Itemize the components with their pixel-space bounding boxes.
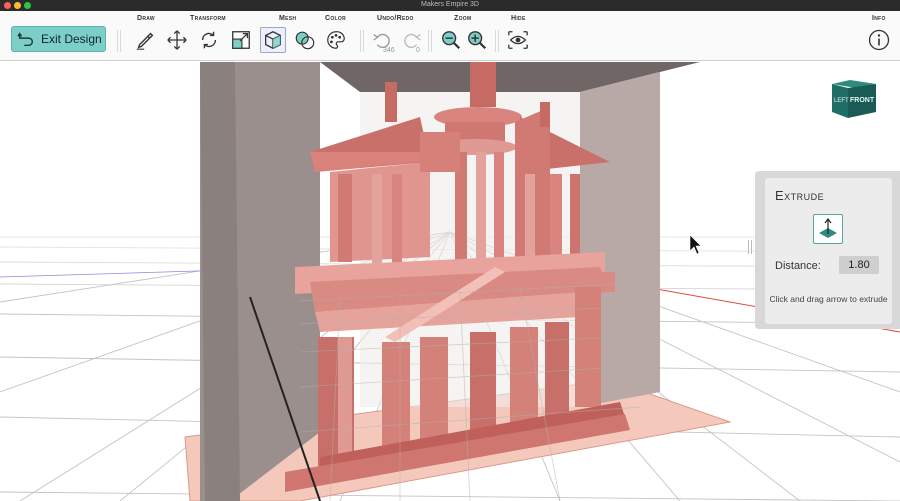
window-title: Makers Empire 3D xyxy=(421,1,479,8)
intersect-circles-icon xyxy=(295,31,315,50)
redo-count: 0 xyxy=(416,47,420,54)
hide-group-label: Hide xyxy=(511,15,526,22)
palette-icon xyxy=(327,31,345,49)
scale-tool[interactable] xyxy=(228,27,254,53)
view-cube-left-label: LEFT xyxy=(834,98,849,104)
exit-design-label: Exit Design xyxy=(41,32,102,46)
z-axis-line xyxy=(0,269,231,278)
zoom-in-icon xyxy=(468,31,487,50)
view-cube-icon: LEFT FRONT xyxy=(832,80,876,118)
window-title-bar: Makers Empire 3D xyxy=(0,0,900,11)
view-cube-front-label: FRONT xyxy=(850,97,875,104)
extrude-arrow-button[interactable] xyxy=(813,214,843,244)
extrude-panel: Extrude Distance: 1.80 Click and drag ar… xyxy=(755,171,900,329)
info-button[interactable] xyxy=(868,29,890,51)
distance-label: Distance: xyxy=(775,260,821,272)
extrude-panel-title: Extrude xyxy=(775,188,825,203)
panel-drag-handle[interactable] xyxy=(748,240,752,254)
extrude-panel-body: Extrude Distance: 1.80 Click and drag ar… xyxy=(765,178,892,324)
info-icon xyxy=(868,29,890,51)
distance-value-field[interactable]: 1.80 xyxy=(839,256,879,274)
view-cube[interactable]: LEFT FRONT xyxy=(830,78,878,120)
undo-count: 346 xyxy=(383,47,395,54)
enclosure-left-edge xyxy=(200,62,240,501)
mesh-group-label: Mesh xyxy=(279,15,297,22)
redo-button[interactable] xyxy=(399,27,425,53)
rotate-tool[interactable] xyxy=(196,27,222,53)
toolbar-divider xyxy=(495,30,499,52)
extrude-hint-text: Click and drag arrow to extrude xyxy=(769,294,888,304)
toolbar-divider xyxy=(360,30,364,52)
exit-design-button[interactable]: Exit Design xyxy=(11,26,106,52)
zoom-group-label: Zoom xyxy=(454,15,472,22)
info-group-label: Info xyxy=(872,15,886,22)
zoom-out-button[interactable] xyxy=(438,27,464,53)
extrude-tool[interactable] xyxy=(260,27,286,53)
toolbar-divider xyxy=(117,30,121,52)
move-tool[interactable] xyxy=(164,27,190,53)
draw-group-label: Draw xyxy=(137,15,155,22)
transform-group-label: Transform xyxy=(190,15,226,22)
undo-redo-group-label: Undo/Redo xyxy=(377,15,414,22)
mesh-cube-icon xyxy=(265,31,281,49)
zoom-out-icon xyxy=(442,31,461,50)
paint-tool[interactable] xyxy=(323,27,349,53)
move-arrows-icon xyxy=(167,30,187,50)
boolean-tool[interactable] xyxy=(292,27,318,53)
scale-icon xyxy=(232,31,250,49)
eye-icon xyxy=(508,31,528,49)
hide-toggle-button[interactable] xyxy=(505,27,531,53)
draw-pencil-tool[interactable] xyxy=(133,27,159,53)
color-group-label: Color xyxy=(325,15,346,22)
pencil-icon xyxy=(136,32,154,50)
exit-arrow-icon xyxy=(17,32,34,47)
main-toolbar: Exit Design Draw Transform Mesh Color Un… xyxy=(0,11,900,61)
toolbar-divider xyxy=(428,30,432,52)
zoom-in-button[interactable] xyxy=(464,27,490,53)
rotate-icon xyxy=(201,31,217,49)
extrude-arrow-icon xyxy=(819,218,837,238)
